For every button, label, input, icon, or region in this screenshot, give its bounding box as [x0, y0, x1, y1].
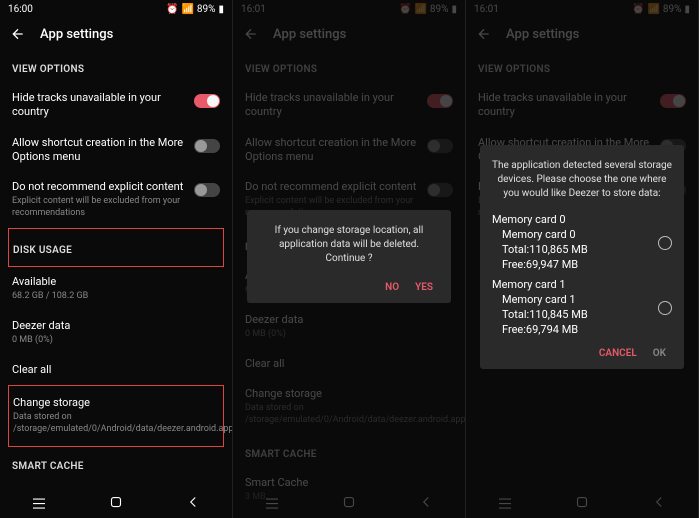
storage-1-total: Total:110,845 MB	[492, 308, 588, 323]
nav-recent-icon[interactable]	[30, 493, 48, 511]
available-sub: 68.2 GB / 108.2 GB	[12, 291, 88, 303]
shortcut-toggle[interactable]	[194, 139, 220, 153]
row-change-storage[interactable]: Change storage Data stored on /storage/e…	[13, 388, 219, 444]
dialog-message: If you change storage location, all appl…	[259, 224, 439, 266]
storage-1-name: Memory card 1	[492, 293, 588, 308]
screen-2-confirm-dialog: 16:01 ⏰📶89%▮ App settings VIEW OPTIONS H…	[233, 0, 466, 518]
status-bar: 16:01 ⏰📶89%▮	[466, 0, 698, 18]
section-disk-usage: DISK USAGE	[13, 245, 219, 256]
status-indicators: ⏰ 📶 89% ▮	[166, 4, 224, 15]
explicit-sub: Explicit content will be excluded from y…	[12, 196, 186, 219]
alarm-icon: ⏰	[166, 4, 178, 15]
battery-text: 89%	[197, 4, 216, 15]
deezer-data-label: Deezer data	[12, 319, 70, 333]
row-shortcut[interactable]: Allow shortcut creation in the More Opti…	[12, 128, 220, 173]
storage-ok-button[interactable]: OK	[653, 348, 666, 359]
change-storage-sub: Data stored on /storage/emulated/0/Andro…	[13, 412, 232, 435]
screen-1-settings: 16:00 ⏰ 📶 89% ▮ App settings VIEW OPTION…	[0, 0, 233, 518]
storage-dialog-message: The application detected several storage…	[492, 159, 672, 201]
storage-cancel-button[interactable]: CANCEL	[599, 348, 637, 359]
storage-option-1[interactable]: Memory card 1 Memory card 1 Total:110,84…	[492, 278, 672, 337]
dialog-yes-button[interactable]: YES	[415, 282, 433, 293]
storage-option-0[interactable]: Memory card 0 Memory card 0 Total:110,86…	[492, 213, 672, 272]
back-icon[interactable]	[10, 26, 26, 42]
page-title: App settings	[40, 27, 113, 42]
clear-all-label: Clear all	[12, 363, 51, 377]
row-available: Available 68.2 GB / 108.2 GB	[12, 267, 220, 311]
status-bar: 16:01 ⏰📶89%▮	[233, 0, 465, 18]
explicit-label: Do not recommend explicit content	[12, 180, 186, 194]
storage-0-title: Memory card 0	[492, 213, 588, 228]
status-time: 16:01	[474, 4, 499, 15]
section-view-options: VIEW OPTIONS	[12, 64, 220, 75]
hide-tracks-toggle[interactable]	[194, 94, 220, 108]
row-hide-tracks[interactable]: Hide tracks unavailable in your country	[12, 83, 220, 128]
status-time: 16:01	[241, 4, 266, 15]
row-deezer-data: Deezer data 0 MB (0%)	[12, 311, 220, 355]
screen-3-storage-dialog: 16:01 ⏰📶89%▮ App settings VIEW OPTIONS H…	[466, 0, 699, 518]
row-clear-all[interactable]: Clear all	[12, 355, 220, 385]
storage-1-title: Memory card 1	[492, 278, 588, 293]
nav-home-icon[interactable]	[107, 493, 125, 511]
storage-0-free: Free:69,947 MB	[492, 258, 588, 273]
status-time: 16:00	[8, 4, 33, 15]
storage-dialog: The application detected several storage…	[480, 145, 684, 369]
header: App settings	[0, 18, 232, 50]
status-bar: 16:00 ⏰ 📶 89% ▮	[0, 0, 232, 18]
nav-back-icon[interactable]	[184, 493, 202, 511]
change-storage-label: Change storage	[13, 396, 232, 410]
confirm-dialog: If you change storage location, all appl…	[247, 210, 451, 303]
battery-icon: ▮	[218, 4, 224, 15]
row-explicit[interactable]: Do not recommend explicit content Explic…	[12, 172, 220, 228]
storage-0-total: Total:110,865 MB	[492, 243, 588, 258]
section-smart-cache: SMART CACHE	[12, 461, 220, 472]
hide-tracks-label: Hide tracks unavailable in your country	[12, 91, 186, 120]
deezer-data-sub: 0 MB (0%)	[12, 335, 70, 347]
dialog-no-button[interactable]: NO	[385, 282, 399, 293]
storage-0-name: Memory card 0	[492, 228, 588, 243]
nav-bar	[0, 486, 232, 518]
storage-1-free: Free:69,794 MB	[492, 323, 588, 338]
explicit-toggle[interactable]	[194, 183, 220, 197]
available-label: Available	[12, 275, 88, 289]
storage-0-radio[interactable]	[658, 236, 672, 250]
signal-icon: 📶	[181, 4, 193, 15]
shortcut-label: Allow shortcut creation in the More Opti…	[12, 136, 186, 165]
storage-1-radio[interactable]	[658, 301, 672, 315]
